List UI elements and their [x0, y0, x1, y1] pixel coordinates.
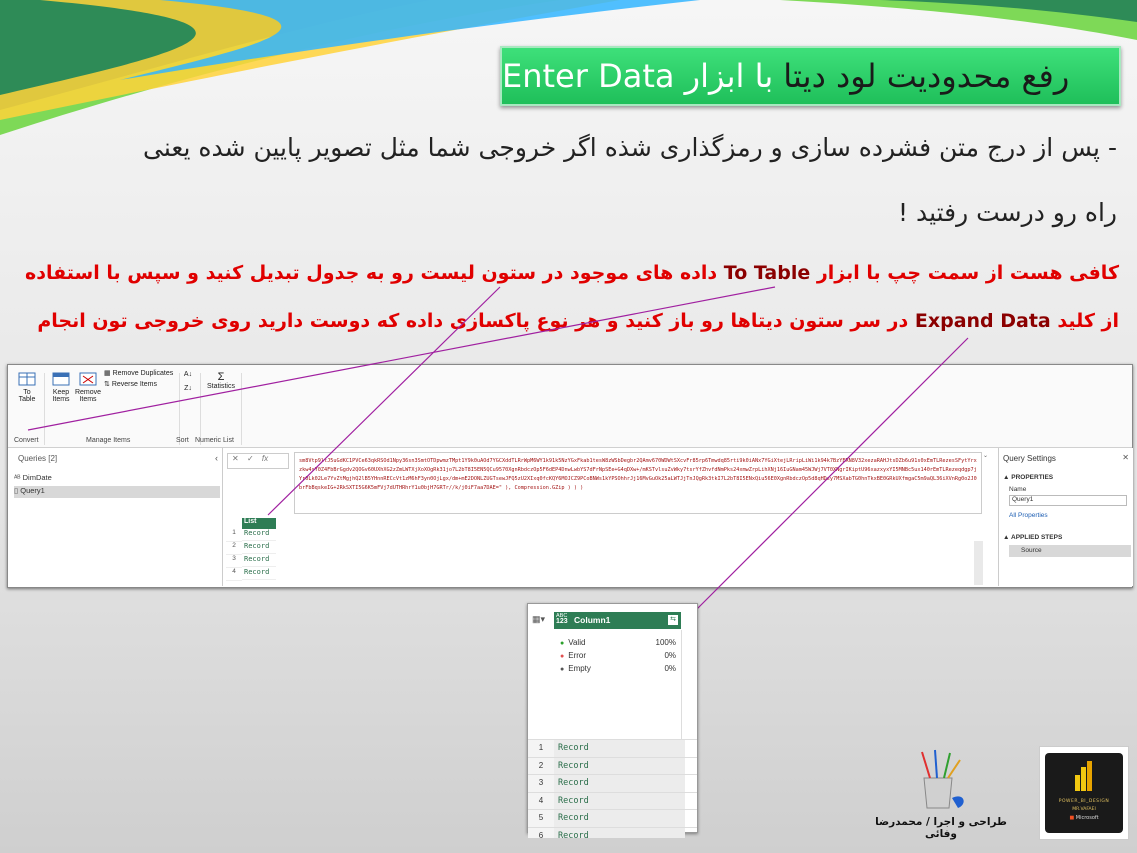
brush-cup-icon: [921, 749, 964, 809]
table-row: 5 Record: [528, 809, 697, 827]
record-link[interactable]: Record: [554, 810, 685, 827]
logo-line-2: MR.VAFAEI: [1072, 807, 1096, 812]
stat-label: Valid: [568, 638, 586, 647]
table-row: 3 Record: [528, 774, 697, 792]
quality-stat-valid: ● Valid 100%: [560, 638, 676, 647]
arrow-line-expand: [687, 337, 969, 619]
status-dot-icon: ●: [560, 666, 565, 673]
type-label-2: 123: [556, 618, 568, 625]
record-link[interactable]: Record: [554, 792, 685, 809]
quality-stat-empty: ● Empty 0%: [560, 664, 676, 673]
row-number: 1: [528, 740, 554, 757]
logo-badge: POWER_BI_DESIGN MR.VAFAEI ■ Microsoft: [1045, 753, 1123, 833]
status-dot-icon: ●: [560, 653, 565, 660]
stat-value: 0%: [664, 664, 676, 673]
row-number: 3: [528, 775, 554, 792]
row-number: 2: [528, 757, 554, 774]
table-row: 4 Record: [528, 791, 697, 809]
microsoft-icon: ■: [1069, 815, 1075, 821]
column1-header[interactable]: ABC 123 Column1 ⇆: [554, 612, 681, 629]
stat-label: Empty: [568, 664, 591, 673]
logo-line-1: POWER_BI_DESIGN: [1058, 799, 1110, 804]
stat-label: Error: [568, 651, 587, 660]
table-menu-icon[interactable]: ▦▾: [532, 614, 545, 625]
row-number: 4: [528, 792, 554, 809]
column-profile: ● Valid 100% ● Error 0% ● Empty 0%: [554, 630, 682, 740]
power-bi-design-logo: POWER_BI_DESIGN MR.VAFAEI ■ Microsoft: [1039, 746, 1129, 840]
status-dot-icon: ●: [560, 640, 565, 647]
table-row: 6 Record: [528, 826, 697, 838]
type-icon[interactable]: ABC 123: [556, 613, 568, 625]
popup-rows: 1 Record 2 Record 3 Record 4 Record 5 Record 6 Reco…: [528, 739, 697, 838]
expand-data-icon[interactable]: ⇆: [668, 615, 678, 625]
credit-text: طراحی و اجرا / محمدرضا وفائی: [875, 816, 1007, 840]
table-row: 2 Record: [528, 756, 697, 774]
quality-stat-error: ● Error 0%: [560, 651, 676, 660]
table-row: 1 Record: [528, 739, 697, 757]
power-bi-icon: [1075, 761, 1092, 791]
record-link[interactable]: Record: [554, 740, 685, 757]
row-number: 5: [528, 810, 554, 827]
record-link[interactable]: Record: [554, 775, 685, 792]
microsoft-label: Microsoft: [1075, 815, 1099, 821]
stat-value: 0%: [664, 651, 676, 660]
record-link[interactable]: Record: [554, 827, 685, 838]
microsoft-brand: ■ Microsoft: [1045, 815, 1123, 821]
row-number: 6: [528, 827, 554, 838]
arrow-line-to-table: [27, 286, 776, 431]
designer-logo: [902, 748, 974, 814]
stat-value: 100%: [655, 638, 676, 647]
expanded-column-view: ▦▾ ABC 123 Column1 ⇆ ● Valid 100% ● Error 0% ●…: [527, 603, 698, 838]
record-link[interactable]: Record: [554, 757, 685, 774]
column1-label: Column1: [574, 615, 611, 625]
arrow-line-list-column: [267, 286, 501, 516]
